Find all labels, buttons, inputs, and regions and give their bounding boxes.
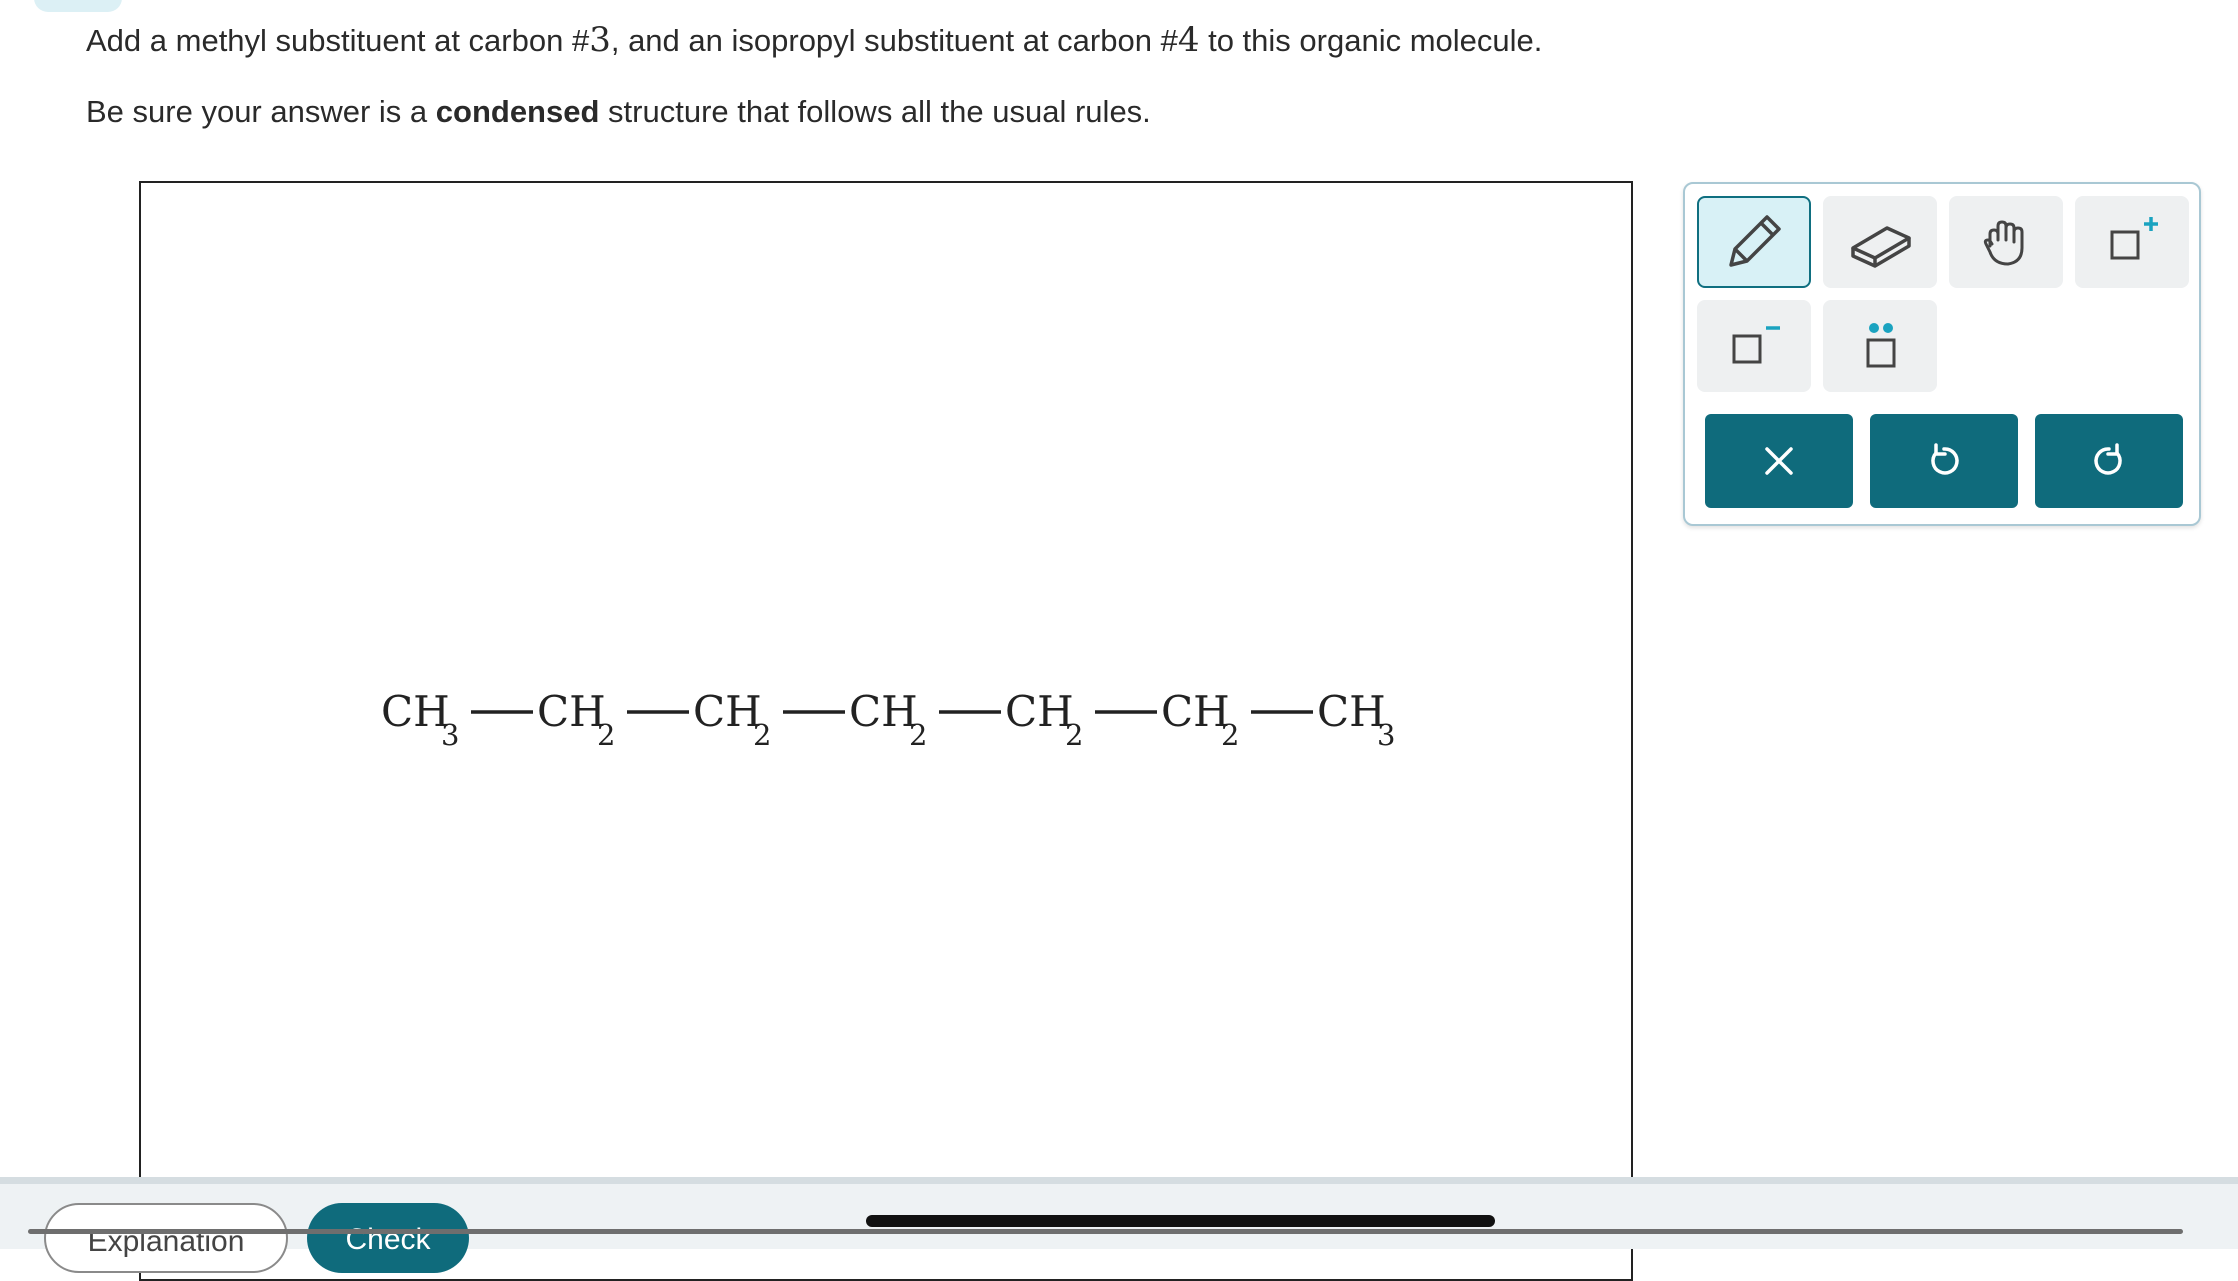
eraser-tool-button[interactable] bbox=[1823, 196, 1937, 288]
carbon-number-3: 3 bbox=[589, 20, 611, 60]
explanation-button[interactable]: Explanation bbox=[44, 1203, 288, 1273]
question-text-line-1: Add a methyl substituent at carbon #3, a… bbox=[86, 20, 1542, 60]
redo-button[interactable] bbox=[2035, 414, 2183, 508]
redo-icon bbox=[2094, 443, 2122, 475]
atom-group-4[interactable]: CH bbox=[849, 687, 918, 736]
question-text-part: , and an isopropyl substituent at carbon… bbox=[610, 23, 1178, 58]
remove-charge-icon bbox=[1732, 326, 1780, 364]
pencil-tool-button[interactable] bbox=[1697, 196, 1811, 288]
add-charge-icon bbox=[2110, 217, 2158, 260]
top-tab[interactable] bbox=[34, 0, 122, 12]
atom-group-5[interactable]: CH bbox=[1005, 687, 1074, 736]
drawing-toolbar bbox=[1683, 182, 2201, 526]
check-button[interactable]: Check bbox=[307, 1203, 469, 1273]
atom-group-6[interactable]: CH bbox=[1161, 687, 1230, 736]
atom-group-subscript-7: 3 bbox=[1377, 718, 1395, 752]
question-text-part: structure that follows all the usual rul… bbox=[599, 94, 1151, 129]
hand-tool-button[interactable] bbox=[1949, 196, 2063, 288]
atom-group-subscript-6: 2 bbox=[1221, 718, 1239, 752]
progress-track bbox=[28, 1229, 2183, 1234]
question-text-part: Add a methyl substituent at carbon # bbox=[86, 23, 590, 58]
atom-group-7[interactable]: CH bbox=[1317, 687, 1386, 736]
question-text-part: to this organic molecule. bbox=[1199, 23, 1543, 58]
home-indicator[interactable] bbox=[866, 1215, 1495, 1227]
drawing-canvas[interactable]: CH 3 CH 2 CH 2 CH 2 CH 2 CH 2 CH 3 bbox=[139, 181, 1633, 1281]
remove-charge-button[interactable] bbox=[1697, 300, 1811, 392]
eraser-icon bbox=[1851, 226, 1911, 268]
atom-group-subscript-2: 2 bbox=[597, 718, 615, 752]
clear-icon bbox=[1765, 447, 1793, 475]
pencil-icon bbox=[1729, 215, 1781, 267]
atom-group-subscript-4: 2 bbox=[909, 718, 927, 752]
question-text-line-2: Be sure your answer is a condensed struc… bbox=[86, 94, 1151, 130]
atom-group-3[interactable]: CH bbox=[693, 687, 762, 736]
carbon-number-4: 4 bbox=[1177, 20, 1200, 60]
molecule[interactable]: CH3 CH2 CH2 CH2 CH2 CH2 CH3 bbox=[141, 183, 1631, 1279]
atom-group-subscript-3: 2 bbox=[753, 718, 771, 752]
question-bold-word: condensed bbox=[435, 94, 600, 129]
atom-group-subscript-1: 3 bbox=[441, 718, 459, 752]
atom-group-1[interactable]: CH bbox=[381, 687, 450, 736]
atom-group-2[interactable]: CH bbox=[537, 687, 606, 736]
undo-icon bbox=[1931, 443, 1959, 475]
clear-button[interactable] bbox=[1705, 414, 1853, 508]
hand-icon bbox=[1983, 220, 2024, 266]
lone-pair-button[interactable] bbox=[1823, 300, 1937, 392]
lone-pair-icon bbox=[1866, 323, 1896, 368]
add-charge-button[interactable] bbox=[2075, 196, 2189, 288]
undo-button[interactable] bbox=[1870, 414, 2018, 508]
question-text-part: Be sure your answer is a bbox=[86, 94, 436, 129]
atom-group-subscript-5: 2 bbox=[1065, 718, 1083, 752]
